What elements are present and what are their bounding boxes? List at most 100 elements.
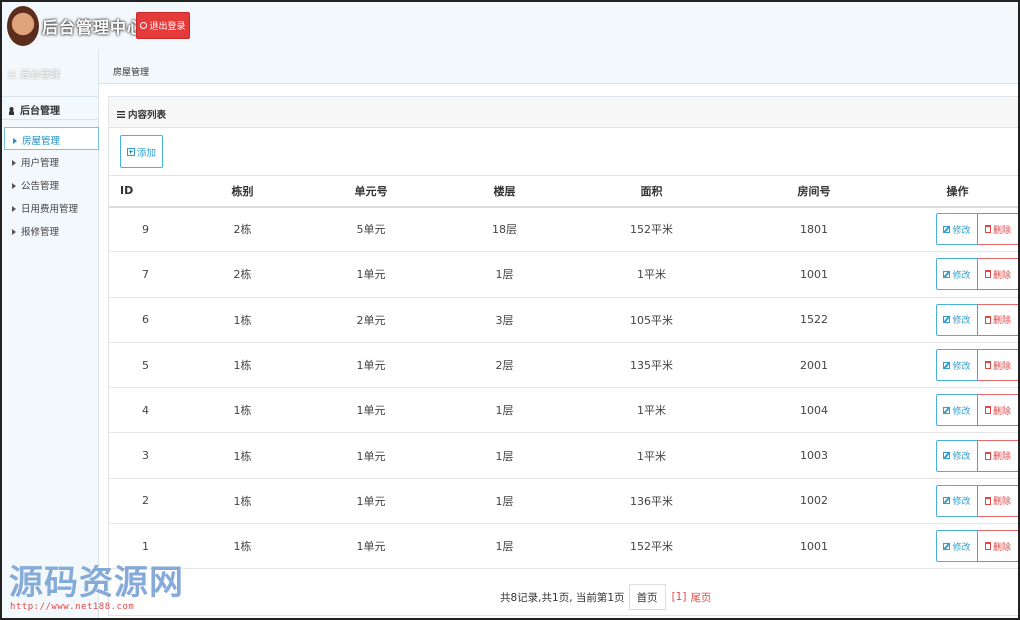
add-button[interactable]: 添加 — [120, 135, 163, 168]
column-header-unit[interactable]: 单元号 — [304, 175, 438, 208]
cell-actions: 修改 删除 — [896, 432, 1018, 479]
delete-label: 删除 — [992, 542, 1011, 553]
cell-unit: 5单元 — [304, 206, 438, 253]
sidebar-item-label: 公告管理 — [21, 181, 60, 192]
cell-unit: 1单元 — [304, 342, 438, 389]
edit-label: 修改 — [952, 270, 971, 281]
logout-button[interactable]: 退出登录 — [136, 12, 190, 39]
cell-floor: 18层 — [438, 206, 571, 253]
cell-building: 1栋 — [181, 478, 304, 525]
trash-icon — [984, 451, 991, 460]
delete-button[interactable]: 删除 — [977, 258, 1018, 291]
delete-button[interactable]: 删除 — [977, 439, 1018, 472]
delete-button[interactable]: 删除 — [977, 303, 1018, 336]
edit-button[interactable]: 修改 — [936, 258, 978, 291]
cell-room: 1801 — [732, 206, 896, 253]
table-row: 2 1栋 1单元 1层 136平米 1002 修改 删除 — [109, 478, 1018, 525]
panel-header: 内容列表 — [109, 97, 1018, 128]
cell-room: 1001 — [732, 523, 896, 570]
cell-building: 1栋 — [181, 297, 304, 343]
column-header-id[interactable]: ID — [109, 175, 181, 208]
edit-button[interactable]: 修改 — [936, 213, 978, 246]
edit-button[interactable]: 修改 — [936, 439, 978, 472]
edit-label: 修改 — [952, 452, 971, 463]
caret-right-icon — [13, 138, 17, 144]
delete-button[interactable]: 删除 — [977, 349, 1018, 382]
sidebar-item-label: 报修管理 — [21, 227, 60, 238]
avatar[interactable] — [7, 6, 39, 46]
table-row: 1 1栋 1单元 1层 152平米 1001 修改 删除 — [109, 523, 1018, 570]
sidebar-item-label: 日用费用管理 — [21, 204, 79, 215]
cell-actions: 修改 删除 — [896, 206, 1018, 253]
edit-button[interactable]: 修改 — [936, 484, 978, 517]
app-title: 后台管理中心 — [42, 18, 145, 37]
sidebar-item-notices[interactable]: 公告管理 — [2, 173, 99, 196]
caret-right-icon — [12, 206, 16, 212]
delete-button[interactable]: 删除 — [977, 484, 1018, 517]
cell-actions: 修改 删除 — [896, 342, 1018, 389]
table-row: 3 1栋 1单元 1层 1平米 1003 修改 删除 — [109, 432, 1018, 479]
sidebar-item-users[interactable]: 用户管理 — [2, 150, 99, 173]
column-header-building[interactable]: 栋别 — [181, 175, 304, 208]
power-icon — [140, 22, 148, 29]
sidebar-header-label: 后台管理 — [20, 70, 61, 81]
cell-area: 1平米 — [571, 251, 732, 298]
cell-floor: 3层 — [438, 297, 571, 343]
cell-floor: 2层 — [438, 342, 571, 389]
delete-button[interactable]: 删除 — [977, 213, 1018, 246]
cell-id: 6 — [109, 297, 181, 343]
column-header-room[interactable]: 房间号 — [732, 175, 896, 208]
house-table: ID 栋别 单元号 楼层 面积 房间号 操作 9 2栋 5单元 18层 152平米 180… — [109, 175, 1018, 570]
delete-label: 删除 — [992, 406, 1011, 417]
cell-room: 1001 — [732, 251, 896, 298]
edit-button[interactable]: 修改 — [936, 303, 978, 336]
column-header-actions: 操作 — [896, 175, 1018, 208]
caret-right-icon — [12, 160, 16, 166]
edit-button[interactable]: 修改 — [936, 530, 978, 563]
delete-label: 删除 — [992, 497, 1011, 508]
cell-area: 135平米 — [571, 342, 732, 389]
delete-button[interactable]: 删除 — [977, 394, 1018, 427]
list-icon — [117, 111, 125, 118]
add-label: 添加 — [136, 147, 156, 159]
cell-room: 1522 — [732, 297, 896, 343]
first-page-button[interactable]: 首页 — [628, 584, 666, 610]
sidebar-section-admin[interactable]: 后台管理 — [2, 96, 99, 120]
edit-label: 修改 — [952, 225, 971, 236]
cell-building: 1栋 — [181, 432, 304, 479]
delete-label: 删除 — [992, 361, 1011, 372]
trash-icon — [984, 361, 991, 370]
cell-room: 1002 — [732, 478, 896, 525]
trash-icon — [984, 225, 991, 234]
cell-floor: 1层 — [438, 523, 571, 570]
sidebar-item-label: 房屋管理 — [22, 136, 61, 147]
sidebar-item-house[interactable]: 房屋管理 — [4, 127, 99, 150]
cell-actions: 修改 删除 — [896, 523, 1018, 570]
breadcrumb: 房屋管理 — [99, 50, 1018, 84]
cell-id: 5 — [109, 342, 181, 389]
edit-label: 修改 — [952, 406, 971, 417]
column-header-area[interactable]: 面积 — [571, 175, 732, 208]
cell-unit: 1单元 — [304, 387, 438, 434]
edit-button[interactable]: 修改 — [936, 349, 978, 382]
cell-area: 152平米 — [571, 523, 732, 570]
edit-label: 修改 — [952, 542, 971, 553]
cell-actions: 修改 删除 — [896, 478, 1018, 525]
content-panel: 内容列表 添加 ID 栋别 单元号 楼层 面积 房间号 操作 9 2栋 5单元 … — [108, 96, 1018, 616]
sidebar-item-repairs[interactable]: 报修管理 — [2, 219, 99, 242]
sidebar-item-fees[interactable]: 日用费用管理 — [2, 196, 99, 219]
sidebar-item-label: 用户管理 — [21, 158, 60, 169]
last-page-link[interactable]: 尾页 — [690, 590, 711, 605]
delete-button[interactable]: 删除 — [977, 530, 1018, 563]
row-actions: 修改 删除 — [896, 258, 1018, 291]
pagination: 共8记录,共1页, 当前第1页 首页 [1] 尾页 — [500, 583, 711, 611]
column-header-floor[interactable]: 楼层 — [438, 175, 571, 208]
table-header-row: ID 栋别 单元号 楼层 面积 房间号 操作 — [109, 175, 1018, 208]
edit-button[interactable]: 修改 — [936, 394, 978, 427]
page-1-link[interactable]: [1] — [672, 591, 687, 603]
pagination-summary: 共8记录,共1页, 当前第1页 — [500, 591, 625, 604]
table-body: 9 2栋 5单元 18层 152平米 1801 修改 删除 7 2栋 1单元 1层 1平米 1001 修改删… — [109, 206, 1018, 570]
edit-icon — [943, 316, 951, 324]
user-icon — [8, 107, 15, 115]
table-row: 5 1栋 1单元 2层 135平米 2001 修改 删除 — [109, 342, 1018, 389]
